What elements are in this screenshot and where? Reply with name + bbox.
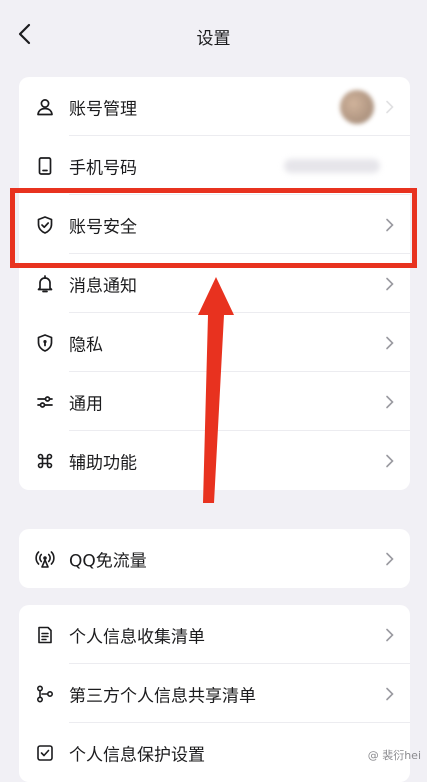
settings-group-personal-info: 个人信息收集清单 第三方个人信息共享清单 个人信息保护设置 — [19, 605, 410, 782]
avatar — [340, 89, 374, 124]
personal-info-protection-item[interactable]: 个人信息保护设置 — [19, 723, 410, 782]
third-party-sharing-item[interactable]: 第三方个人信息共享清单 — [19, 664, 410, 723]
personal-info-list-item[interactable]: 个人信息收集清单 — [19, 605, 410, 664]
share-nodes-icon — [36, 684, 54, 703]
notifications-label: 消息通知 — [69, 276, 137, 296]
page-title: 设置 — [196, 29, 231, 49]
chevron-right-icon — [386, 395, 394, 408]
privacy-label: 隐私 — [69, 335, 103, 355]
broadcast-icon — [35, 550, 55, 568]
general-item[interactable]: 通用 — [19, 372, 410, 431]
checkbox-icon — [37, 744, 53, 761]
sliders-icon — [37, 395, 53, 408]
personal-info-protection-label: 个人信息保护设置 — [69, 745, 205, 765]
accessibility-item[interactable]: 辅助功能 — [19, 431, 410, 490]
bell-icon — [37, 274, 53, 292]
chevron-right-icon — [386, 454, 394, 467]
navigation-bar: 设置 — [0, 0, 427, 70]
account-management-label: 账号管理 — [69, 99, 137, 119]
privacy-item[interactable]: 隐私 — [19, 313, 410, 372]
account-management-item[interactable]: 账号管理 — [19, 77, 410, 136]
watermark: @ 裴衍hei — [368, 747, 421, 763]
phone-number-value — [284, 158, 380, 173]
general-label: 通用 — [69, 394, 103, 414]
shield-keyhole-icon — [37, 333, 53, 352]
phone-icon — [38, 156, 52, 175]
settings-group-data: QQ免流量 — [19, 529, 410, 588]
chevron-right-icon — [386, 277, 394, 290]
chevron-right-icon — [386, 552, 394, 565]
third-party-sharing-label: 第三方个人信息共享清单 — [69, 686, 256, 706]
chevron-right-icon — [386, 100, 394, 113]
settings-group-account: 账号管理 手机号码 账号安全 消息通知 隐私 通用 辅助功能 — [19, 77, 410, 490]
qq-free-data-item[interactable]: QQ免流量 — [19, 529, 410, 588]
personal-info-list-label: 个人信息收集清单 — [69, 627, 205, 647]
chevron-right-icon — [386, 336, 394, 349]
document-list-icon — [38, 626, 52, 643]
chevron-right-icon — [386, 218, 394, 231]
account-security-item[interactable]: 账号安全 — [19, 195, 410, 254]
phone-number-item[interactable]: 手机号码 — [19, 136, 410, 195]
qq-free-data-label: QQ免流量 — [69, 551, 147, 571]
chevron-right-icon — [386, 687, 394, 700]
notifications-item[interactable]: 消息通知 — [19, 254, 410, 313]
accessibility-label: 辅助功能 — [69, 453, 137, 473]
shield-check-icon — [37, 215, 53, 234]
account-security-label: 账号安全 — [69, 217, 137, 237]
chevron-right-icon — [386, 628, 394, 641]
command-icon — [37, 453, 53, 468]
user-icon — [37, 98, 53, 115]
watermark-text: @ 裴衍hei — [367, 749, 421, 762]
phone-number-label: 手机号码 — [69, 158, 137, 178]
